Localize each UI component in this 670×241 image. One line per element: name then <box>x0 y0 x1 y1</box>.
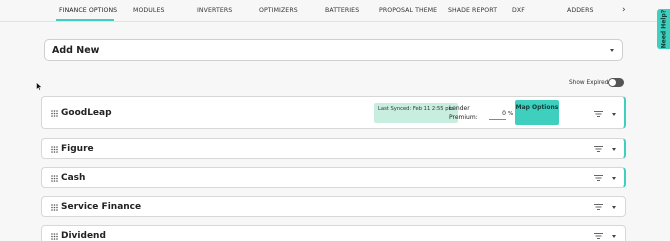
lender-name: GoodLeap <box>61 108 112 118</box>
chevron-down-icon[interactable] <box>612 206 616 209</box>
add-new-dropdown[interactable]: Add New <box>44 39 623 61</box>
toggle-knob <box>609 79 616 86</box>
lender-card-figure[interactable]: Figure <box>41 138 626 159</box>
tab-proposal-theme[interactable]: PROPOSAL THEME <box>379 7 437 14</box>
tab-finance-options[interactable]: FINANCE OPTIONS <box>59 7 117 14</box>
tab-inverters[interactable]: INVERTERS <box>197 7 232 14</box>
lender-premium-input[interactable]: 0 <box>489 110 506 120</box>
drag-handle-icon[interactable] <box>51 233 58 240</box>
tab-batteries[interactable]: BATTERIES <box>325 7 359 14</box>
sort-menu-icon[interactable] <box>594 233 603 239</box>
tab-optimizers[interactable]: OPTIMIZERS <box>259 7 298 14</box>
tab-dxf[interactable]: DXF <box>512 7 525 14</box>
need-help-label: Need Help? <box>660 9 667 49</box>
mouse-cursor-icon <box>36 82 43 91</box>
sort-menu-icon[interactable] <box>594 175 603 181</box>
add-new-label: Add New <box>52 45 100 56</box>
active-tab-indicator <box>56 19 114 21</box>
lender-card-goodleap[interactable]: GoodLeap Last Synced: Feb 11 2:55 pm Len… <box>41 96 626 129</box>
percent-symbol: % <box>508 111 514 117</box>
settings-tab-bar: FINANCE OPTIONS MODULES INVERTERS OPTIMI… <box>0 0 670 22</box>
drag-handle-icon[interactable] <box>51 110 58 117</box>
drag-handle-icon[interactable] <box>51 175 58 182</box>
map-options-button[interactable]: Map Options <box>515 100 559 125</box>
lender-premium-label-line-2: Premium: <box>449 114 478 121</box>
need-help-button[interactable]: Need Help? <box>657 9 670 49</box>
sort-menu-icon[interactable] <box>594 146 603 152</box>
chevron-down-icon[interactable] <box>612 148 616 151</box>
lender-name: Service Finance <box>61 202 142 212</box>
show-expired-toggle[interactable] <box>608 78 624 87</box>
sort-menu-icon[interactable] <box>594 204 603 210</box>
chevron-down-icon[interactable] <box>612 113 616 116</box>
lender-card-cash[interactable]: Cash <box>41 167 626 188</box>
lender-card-service-finance[interactable]: Service Finance <box>41 196 626 217</box>
lender-name: Dividend <box>61 231 106 241</box>
tab-modules[interactable]: MODULES <box>133 7 165 14</box>
drag-handle-icon[interactable] <box>51 204 58 211</box>
drag-handle-icon[interactable] <box>51 146 58 153</box>
chevron-down-icon <box>610 49 614 52</box>
chevron-down-icon[interactable] <box>612 235 616 238</box>
tab-shade-report[interactable]: SHADE REPORT <box>448 7 497 14</box>
chevron-down-icon[interactable] <box>612 177 616 180</box>
lender-card-dividend[interactable]: Dividend <box>41 225 626 241</box>
lender-name: Cash <box>61 173 86 183</box>
tab-adders[interactable]: ADDERS <box>567 7 594 14</box>
lender-premium-label-line-1: Lender <box>449 105 470 112</box>
lender-name: Figure <box>61 144 94 154</box>
chevron-right-icon[interactable]: › <box>622 5 626 15</box>
last-synced-badge: Last Synced: Feb 11 2:55 pm <box>374 103 458 123</box>
show-expired-label: Show Expired <box>569 80 609 86</box>
finance-options-page: FINANCE OPTIONS MODULES INVERTERS OPTIMI… <box>0 0 670 241</box>
sort-menu-icon[interactable] <box>594 111 603 117</box>
lender-premium-label: Lender Premium: <box>449 104 478 122</box>
